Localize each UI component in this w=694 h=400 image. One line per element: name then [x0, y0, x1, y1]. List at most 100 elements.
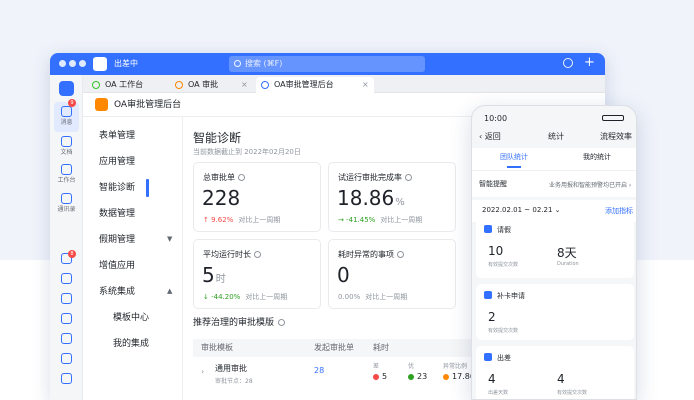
menu-item-templates[interactable]: 模板中心: [113, 310, 149, 326]
menu-item-my-integrations[interactable]: 我的集成: [113, 336, 149, 352]
tab-indicator: [507, 166, 521, 168]
rail-label: 通讯录: [57, 206, 76, 213]
stat-card-correction[interactable]: 补卡申请 2 有效提交次数: [476, 284, 634, 340]
rail-item-check[interactable]: [50, 353, 83, 364]
chevron-right-icon[interactable]: ›: [201, 367, 204, 376]
stat-card-trip[interactable]: 出差 4 出差天数 4 有效提交次数: [476, 346, 634, 399]
rail-item-workspace[interactable]: 工作台: [50, 164, 83, 185]
phone-tabs: 团队统计 我的统计: [472, 148, 636, 170]
stat-card-title: 补卡申请: [484, 291, 525, 301]
status-text[interactable]: 出差中: [114, 57, 138, 71]
rail-item-messages[interactable]: 9 消息: [54, 99, 79, 132]
stat-value: 4: [557, 372, 565, 386]
title-bar: 出差中 搜索 (⌘F) +: [50, 53, 605, 75]
metric-value: 228: [202, 186, 241, 210]
oa-icon: [92, 81, 100, 89]
stat-good: 优 23: [408, 363, 428, 381]
menu-item-diagnosis[interactable]: 智能诊断: [99, 180, 135, 196]
metric-value: 18.86%: [337, 186, 405, 210]
tab-label: OA 审批: [188, 80, 219, 89]
section-title: 推荐治理的审批模版: [193, 317, 286, 329]
template-name: 通用审批: [215, 364, 247, 373]
history-icon[interactable]: [563, 58, 573, 68]
smart-reminder-row[interactable]: 智能提醒 业务用报和智能预警均已开启 ›: [472, 170, 636, 197]
info-icon: [278, 319, 286, 326]
stat-card-leave[interactable]: 请假 10 有效提交次数 8天 Duration: [476, 218, 634, 278]
info-icon: [254, 251, 261, 258]
tab-oa-approval[interactable]: OA 审批 ×: [170, 77, 252, 93]
date-range-select[interactable]: 2022.02.01 ~ 02.21 ⌄: [482, 206, 561, 214]
metric-card-total[interactable]: 总审批单 228 ↑ 9.62% 对比上一周期: [193, 162, 321, 232]
metric-value: 5时: [202, 263, 226, 287]
lightning-icon: [61, 293, 72, 304]
rail-item-calendar[interactable]: 8: [50, 250, 83, 264]
metric-label: 总审批单: [203, 172, 245, 183]
menu-item-integration[interactable]: 系统集成: [99, 284, 135, 300]
doc-icon: [61, 136, 72, 147]
metric-card-anomalies[interactable]: 耗时异常的事项 0 0.00% 对比上一周期: [328, 239, 456, 309]
checkbox-icon: [61, 353, 72, 364]
metric-change: 0.00% 对比上一周期: [338, 293, 408, 301]
menu-item-leave[interactable]: 假期管理: [99, 232, 135, 248]
info-icon: [238, 174, 245, 181]
rail-label: 工作台: [57, 177, 76, 184]
reminder-label: 智能提醒: [479, 180, 507, 188]
metric-change: → -41.45% 对比上一周期: [338, 216, 423, 224]
phone-icon: [61, 333, 72, 344]
message-badge: 9: [68, 99, 76, 107]
store-icon: [61, 373, 72, 384]
menu-active-indicator: [146, 179, 149, 197]
rail-item-approval[interactable]: [50, 293, 83, 304]
rail-item-tasks[interactable]: [50, 273, 83, 284]
search-input[interactable]: 搜索 (⌘F): [229, 56, 425, 72]
phone-title: 统计: [548, 132, 564, 141]
close-window-button[interactable]: [59, 60, 66, 67]
app-logo: [59, 81, 74, 96]
battery-icon: [602, 115, 624, 121]
back-button[interactable]: ‹ 返回: [479, 130, 501, 144]
message-icon: [61, 106, 72, 117]
column-header: 发起审批单: [314, 343, 354, 352]
tab-label: OA 工作台: [105, 80, 144, 89]
rail-item-store[interactable]: [50, 373, 83, 384]
calendar-badge: 8: [68, 250, 76, 258]
template-nodes: 审批节点：28: [215, 378, 253, 385]
metric-value: 0: [337, 263, 350, 287]
tab-my-stats[interactable]: 我的统计: [583, 152, 611, 162]
tab-oa-admin[interactable]: OA审批管理后台 ×: [256, 77, 374, 93]
rail-item-docs[interactable]: 文档: [50, 136, 83, 157]
menu-item-forms[interactable]: 表单管理: [99, 128, 135, 144]
menu-item-data[interactable]: 数据管理: [99, 206, 135, 222]
person-icon: [95, 98, 108, 111]
stat-label: Duration: [557, 261, 579, 267]
leave-icon: [484, 225, 492, 233]
rail-item-mail[interactable]: [50, 313, 83, 324]
phone-time: 10:00: [484, 114, 508, 123]
side-menu: 表单管理 应用管理 智能诊断 数据管理 假期管理 ▼ 增值应用 系统集成 ▲ 模…: [83, 117, 183, 400]
info-icon: [405, 174, 412, 181]
minimize-window-button[interactable]: [69, 60, 76, 67]
close-icon[interactable]: ×: [241, 77, 248, 93]
efficiency-link[interactable]: 流程效率: [600, 130, 632, 144]
plus-icon[interactable]: +: [584, 55, 595, 71]
menu-item-addons[interactable]: 增值应用: [99, 258, 135, 274]
metric-change: ↑ 9.62% 对比上一周期: [203, 216, 281, 224]
rail-item-phone[interactable]: [50, 333, 83, 344]
tab-oa-workspace[interactable]: OA 工作台: [87, 77, 169, 93]
maximize-window-button[interactable]: [79, 60, 86, 67]
stat-label: 有效提交次数: [557, 390, 588, 396]
admin-icon: [261, 81, 269, 89]
metric-change: ↓ -44.20% 对比上一周期: [203, 293, 288, 301]
close-icon[interactable]: ×: [362, 77, 369, 93]
rail-label: 文档: [60, 149, 73, 156]
tab-team-stats[interactable]: 团队统计: [500, 152, 528, 162]
metric-card-duration[interactable]: 平均运行时长 5时 ↓ -44.20% 对比上一周期: [193, 239, 321, 309]
avatar[interactable]: [93, 57, 107, 71]
metric-card-completion[interactable]: 试运行审批完成率 18.86% → -41.45% 对比上一周期: [328, 162, 456, 232]
column-header: 耗时: [373, 343, 389, 352]
menu-item-apps[interactable]: 应用管理: [99, 154, 135, 170]
status-dot: [373, 374, 379, 380]
add-metric-button[interactable]: 添加指标: [605, 206, 633, 216]
rail-item-contacts[interactable]: 通讯录: [50, 193, 83, 214]
request-count[interactable]: 28: [314, 366, 324, 375]
